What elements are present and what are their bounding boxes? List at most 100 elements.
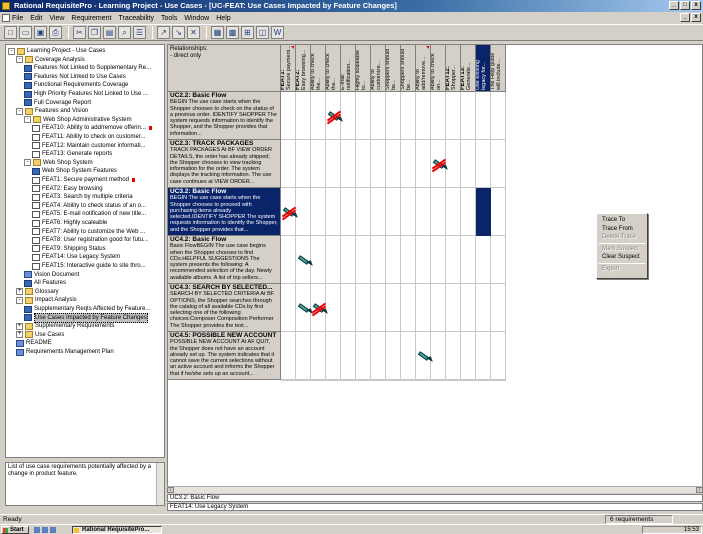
tree-item[interactable]: Vision Document xyxy=(24,271,79,279)
tree-item[interactable]: + Supplementary Requirements xyxy=(16,322,114,330)
matrix-cell[interactable] xyxy=(371,284,386,332)
matrix-row-header[interactable]: UC4.3: SEARCH BY SELECTED... SEARCH BY SE… xyxy=(168,284,281,332)
matrix-cell[interactable] xyxy=(326,236,341,284)
mdi-minimize-button[interactable]: _ xyxy=(680,13,690,22)
menu-traceability[interactable]: Traceability xyxy=(118,15,154,22)
suspect-trace-arrow-icon[interactable] xyxy=(311,301,328,317)
project-explorer-tree[interactable]: - Learning Project - Use Cases - Coverage A… xyxy=(5,44,165,458)
matrix-cell[interactable] xyxy=(386,188,401,236)
matrix-column-header[interactable]: FEAT4:Ability to check the... xyxy=(326,45,341,92)
matrix-cell[interactable] xyxy=(311,332,326,380)
trace-arrow-icon[interactable] xyxy=(296,253,313,268)
matrix-cell[interactable] xyxy=(401,140,416,188)
matrix-cell[interactable] xyxy=(386,236,401,284)
tree-item[interactable]: FEAT10: Ability to add/remove offerin... xyxy=(32,124,152,132)
matrix-cell[interactable] xyxy=(296,140,311,188)
matrix-cell[interactable] xyxy=(476,332,491,380)
matrix-cell[interactable] xyxy=(311,188,326,236)
tree-item[interactable]: FEAT11: Ability to check on customer... xyxy=(32,133,146,141)
tree-item[interactable]: README xyxy=(16,339,52,347)
matrix-cell[interactable] xyxy=(476,140,491,188)
matrix-column-header[interactable]: FEAT14:Use existing legacy for... xyxy=(476,45,491,92)
tree-item[interactable]: Full Coverage Report xyxy=(24,99,91,107)
matrix-row-header[interactable]: UC2.3: TRACK PACKAGES TRACK PACKAGES At B… xyxy=(168,140,281,188)
matrix-horizontal-scrollbar[interactable]: ‹ › xyxy=(167,486,703,493)
matrix-cell[interactable] xyxy=(416,92,431,140)
traceability-tree-icon[interactable]: ⊞ xyxy=(241,26,254,39)
matrix-cell[interactable] xyxy=(341,188,356,236)
tree-item[interactable]: - Learning Project - Use Cases xyxy=(8,47,105,55)
matrix-column-header[interactable]: FEAT5:E-mail notification... xyxy=(341,45,356,92)
matrix-column-header[interactable]: FEAT13: Generate... xyxy=(461,45,476,92)
matrix-cell[interactable] xyxy=(416,236,431,284)
matrix-cell[interactable] xyxy=(446,140,461,188)
tree-item[interactable]: Requirements Management Plan xyxy=(16,348,114,356)
matrix-cell[interactable] xyxy=(356,140,371,188)
matrix-cell[interactable] xyxy=(446,332,461,380)
matrix-cell[interactable] xyxy=(371,140,386,188)
tree-item[interactable]: FEAT4: Ability to check status of an o..… xyxy=(32,202,146,210)
print-icon[interactable]: ⎙ xyxy=(49,26,62,39)
matrix-column-header[interactable]: FEAT8:Shoppers should be... xyxy=(386,45,401,92)
copy-icon[interactable]: ❐ xyxy=(88,26,101,39)
expand-icon[interactable]: + xyxy=(16,322,23,330)
window-titlebar[interactable]: Rational RequisitePro - Learning Project… xyxy=(0,0,703,12)
matrix-cell[interactable] xyxy=(461,140,476,188)
matrix-cell[interactable] xyxy=(431,332,446,380)
tree-item[interactable]: Features Not Linked to Use Cases xyxy=(24,73,126,81)
matrix-cell[interactable] xyxy=(491,188,506,236)
matrix-cell[interactable] xyxy=(446,236,461,284)
maximize-button[interactable]: □ xyxy=(680,1,690,10)
matrix-cell[interactable] xyxy=(461,188,476,236)
description-scrollbar[interactable] xyxy=(156,463,164,505)
matrix-cell[interactable] xyxy=(491,92,506,140)
tree-item[interactable]: FEAT9: Shipping Status xyxy=(32,245,106,253)
taskbar-requisitepro-button[interactable]: Rational RequisitePro... xyxy=(72,526,162,534)
tree-item[interactable]: FEAT2: Easy browsing xyxy=(32,185,103,193)
matrix-cell[interactable] xyxy=(401,284,416,332)
tree-item[interactable]: - Features and Vision xyxy=(16,107,88,115)
expand-icon[interactable]: + xyxy=(16,331,23,339)
start-button[interactable]: Start xyxy=(1,526,29,534)
tree-item[interactable]: - Impact Analysis xyxy=(16,296,77,304)
minimize-button[interactable]: _ xyxy=(669,1,679,10)
trace-arrow-icon[interactable] xyxy=(416,349,433,364)
matrix-cell[interactable] xyxy=(341,92,356,140)
matrix-cell[interactable] xyxy=(281,92,296,140)
matrix-cell[interactable] xyxy=(281,236,296,284)
matrix-cell[interactable] xyxy=(326,140,341,188)
matrix-cell[interactable] xyxy=(341,332,356,380)
menu-file[interactable]: File xyxy=(12,15,23,22)
matrix-cell[interactable] xyxy=(296,188,311,236)
matrix-cell[interactable] xyxy=(371,92,386,140)
tree-item[interactable]: FEAT7: Ability to customize the Web ... xyxy=(32,228,145,236)
tree-item[interactable]: FEAT14: Use Legacy System xyxy=(32,253,120,261)
collapse-icon[interactable]: - xyxy=(8,47,15,55)
mdi-close-button[interactable]: x xyxy=(691,13,701,22)
browser-icon[interactable] xyxy=(50,527,56,533)
matrix-cell[interactable] xyxy=(416,284,431,332)
matrix-cell[interactable] xyxy=(431,236,446,284)
paste-icon[interactable]: ▤ xyxy=(103,26,116,39)
collapse-icon[interactable]: - xyxy=(24,159,31,167)
matrix-cell[interactable] xyxy=(386,332,401,380)
tree-item[interactable]: Functional Requirements Coverage xyxy=(24,81,128,89)
matrix-cell[interactable] xyxy=(356,92,371,140)
matrix-row-header[interactable]: UC4.2: Basic Flow Basic FlowBEGIN The use… xyxy=(168,236,281,284)
suspect-trace-arrow-icon[interactable] xyxy=(431,157,448,173)
matrix-cell[interactable] xyxy=(356,188,371,236)
menu-tools[interactable]: Tools xyxy=(161,15,177,22)
matrix-cell[interactable] xyxy=(386,284,401,332)
tree-item[interactable]: + Use Cases xyxy=(16,331,64,339)
new-icon[interactable]: □ xyxy=(4,26,17,39)
matrix-column-header[interactable]: FEAT3:Ability to check the... xyxy=(311,45,326,92)
trace-from-icon[interactable]: ↘ xyxy=(172,26,185,39)
matrix-cell[interactable] xyxy=(401,188,416,236)
matrix-row-header[interactable]: UC4.5: POSSIBLE NEW ACCOUNT POSSIBLE NEW … xyxy=(168,332,281,380)
trace-to-icon[interactable]: ↗ xyxy=(157,26,170,39)
matrix-cell[interactable] xyxy=(431,92,446,140)
matrix-cell[interactable] xyxy=(356,332,371,380)
tree-item[interactable]: FEAT3: Search by multiple criteria xyxy=(32,193,133,201)
document-icon[interactable] xyxy=(2,14,10,22)
matrix-cell[interactable] xyxy=(371,236,386,284)
